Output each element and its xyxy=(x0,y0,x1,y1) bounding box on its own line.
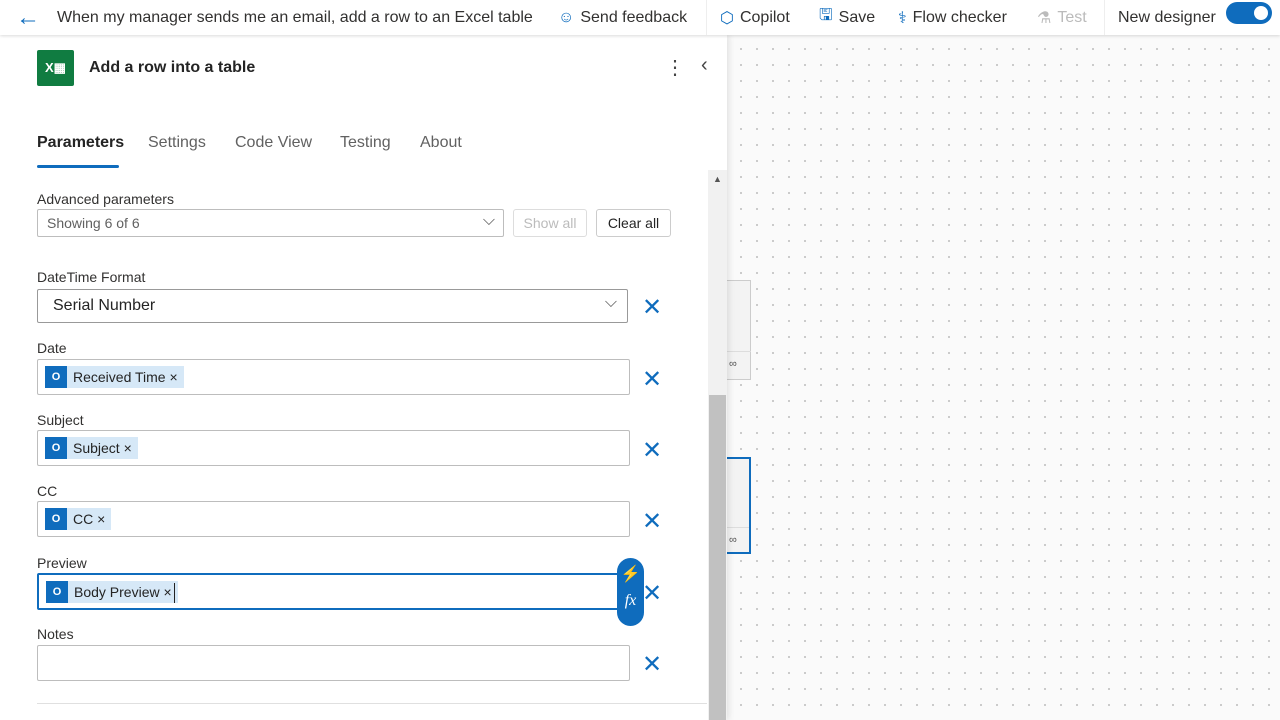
field-label: Date xyxy=(37,340,67,356)
token-cc[interactable]: O CC × xyxy=(45,508,112,530)
flask-icon: ⚗ xyxy=(1037,9,1052,27)
advanced-parameters-label: Advanced parameters xyxy=(37,191,174,207)
scrollbar[interactable]: ▲ xyxy=(708,170,727,720)
token-received-time[interactable]: O Received Time × xyxy=(45,366,184,388)
token-subject[interactable]: O Subject × xyxy=(45,437,138,459)
remove-field-icon[interactable]: ✕ xyxy=(642,439,662,463)
link-icon: ∞ xyxy=(727,351,751,370)
flow-card[interactable]: ∞ xyxy=(727,280,751,380)
chevron-down-icon: ⌵ xyxy=(604,294,617,311)
tab-about[interactable]: About xyxy=(420,134,462,152)
remove-field-icon[interactable]: ✕ xyxy=(642,368,662,392)
token-picker: ⚡ fx xyxy=(617,558,644,626)
flow-canvas[interactable] xyxy=(727,35,1280,720)
token-remove-icon[interactable]: × xyxy=(169,369,177,385)
divider xyxy=(1104,0,1105,35)
remove-field-icon[interactable]: ✕ xyxy=(642,510,662,534)
new-designer-toggle[interactable] xyxy=(1226,2,1272,24)
link-icon: ∞ xyxy=(727,527,749,546)
field-label: Subject xyxy=(37,412,84,428)
outlook-icon: O xyxy=(46,581,68,603)
chevron-down-icon: ⌵ xyxy=(482,212,495,229)
scroll-up-icon[interactable]: ▲ xyxy=(708,174,727,184)
outlook-icon: O xyxy=(45,508,67,530)
tab-code-view[interactable]: Code View xyxy=(235,134,312,152)
subject-input[interactable]: O Subject × xyxy=(37,430,630,466)
collapse-panel-icon[interactable]: ‹ xyxy=(701,54,708,77)
tab-testing[interactable]: Testing xyxy=(340,134,391,152)
cc-input[interactable]: O CC × xyxy=(37,501,630,537)
send-feedback-button[interactable]: ☺ Send feedback xyxy=(558,0,687,35)
advanced-parameters-dropdown[interactable]: Showing 6 of 6 ⌵ xyxy=(37,209,504,237)
copilot-icon: ⬡ xyxy=(720,9,734,27)
top-bar: ← When my manager sends me an email, add… xyxy=(0,0,1280,35)
field-label: DateTime Format xyxy=(37,269,146,285)
token-remove-icon[interactable]: × xyxy=(163,584,171,600)
token-remove-icon[interactable]: × xyxy=(124,440,132,456)
divider xyxy=(706,0,707,35)
field-label: CC xyxy=(37,483,58,499)
action-panel: X▦ Add a row into a table ⋮ ‹ Parameters… xyxy=(0,35,727,720)
divider xyxy=(37,703,707,704)
scrollbar-thumb[interactable] xyxy=(709,395,726,720)
stethoscope-icon: ⚕ xyxy=(898,9,907,27)
save-button[interactable]: 🖫 Save xyxy=(819,0,875,35)
dynamic-content-icon[interactable]: ⚡ xyxy=(617,564,644,584)
excel-icon: X▦ xyxy=(37,50,74,86)
tab-settings[interactable]: Settings xyxy=(148,134,206,152)
field-label: Notes xyxy=(37,626,74,642)
flow-checker-button[interactable]: ⚕ Flow checker xyxy=(898,0,1007,35)
copilot-button[interactable]: ⬡ Copilot xyxy=(720,0,790,35)
remove-field-icon[interactable]: ✕ xyxy=(642,582,662,606)
outlook-icon: O xyxy=(45,437,67,459)
outlook-icon: O xyxy=(45,366,67,388)
active-tab-indicator xyxy=(37,165,119,168)
token-remove-icon[interactable]: × xyxy=(97,511,105,527)
remove-field-icon[interactable]: ✕ xyxy=(642,296,662,320)
date-input[interactable]: O Received Time × xyxy=(37,359,630,395)
token-body-preview[interactable]: O Body Preview × xyxy=(46,581,178,603)
feedback-icon: ☺ xyxy=(558,8,575,26)
field-label: Preview xyxy=(37,555,87,571)
text-cursor xyxy=(174,583,175,603)
back-arrow-icon[interactable]: ← xyxy=(16,0,40,35)
notes-input[interactable] xyxy=(37,645,630,681)
preview-input[interactable]: O Body Preview × xyxy=(37,573,619,610)
remove-field-icon[interactable]: ✕ xyxy=(642,653,662,677)
more-options-icon[interactable]: ⋮ xyxy=(665,55,685,80)
toggle-knob xyxy=(1254,6,1268,20)
panel-title: Add a row into a table xyxy=(89,59,256,76)
show-all-button[interactable]: Show all xyxy=(513,209,587,237)
new-designer-label: New designer xyxy=(1118,8,1216,26)
save-icon: 🖫 xyxy=(819,7,833,24)
datetime-format-dropdown[interactable]: Serial Number ⌵ xyxy=(37,289,628,323)
test-button[interactable]: ⚗ Test xyxy=(1037,0,1087,35)
flow-card-selected[interactable]: ∞ xyxy=(727,457,751,554)
clear-all-button[interactable]: Clear all xyxy=(596,209,671,237)
flow-title: When my manager sends me an email, add a… xyxy=(57,8,533,26)
expression-icon[interactable]: fx xyxy=(617,592,644,610)
tab-parameters[interactable]: Parameters xyxy=(37,134,124,152)
